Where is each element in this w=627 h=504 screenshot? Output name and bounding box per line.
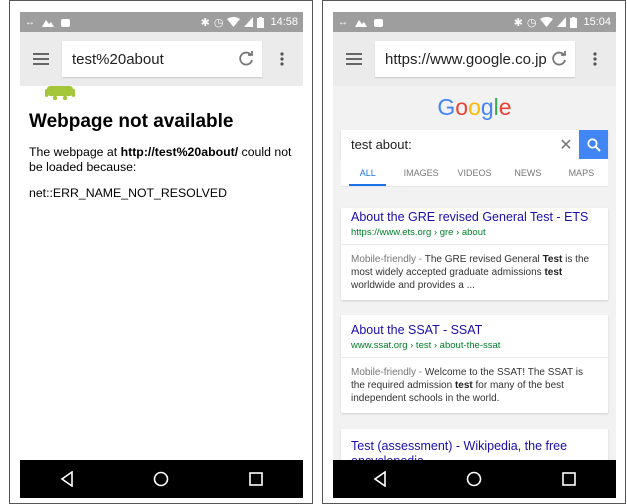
clear-icon[interactable]: ✕ [553, 135, 579, 155]
recents-icon[interactable] [562, 472, 576, 486]
reload-icon[interactable] [549, 49, 569, 69]
logo-letter: g [480, 93, 494, 120]
google-logo-text: Google [437, 94, 511, 121]
result-title-link[interactable]: About the GRE revised General Test - ETS [341, 210, 608, 225]
home-icon[interactable] [466, 471, 482, 487]
snippet-text: worldwide and provides a ... [351, 280, 475, 291]
battery-icon [570, 16, 578, 28]
navigation-bar [333, 460, 616, 498]
navigation-bar [20, 460, 303, 498]
search-result: About the SSAT - SSAT www.ssat.org › tes… [341, 315, 608, 413]
tab-videos[interactable]: VIDEOS [448, 159, 501, 186]
wifi-icon [540, 17, 554, 27]
snippet-text: The GRE revised General [424, 254, 543, 265]
url-text: test%20about [72, 50, 164, 68]
mobile-friendly-label: Mobile-friendly - [351, 367, 425, 378]
status-bar: ↔ ✱ ◷ 15:04 [333, 12, 616, 32]
reload-icon[interactable] [236, 49, 256, 69]
android-notification-icon [61, 18, 70, 27]
browser-toolbar: https://www.google.co.jp [333, 32, 616, 86]
android-notification-icon [374, 18, 383, 27]
snippet-keyword: test [454, 380, 473, 391]
error-url: http://test%20about/ [120, 145, 239, 159]
left-phone-screen: ↔ ✱ ◷ 14:58 test%20about Webpage not ava… [20, 12, 303, 498]
result-snippet: Mobile-friendly - The GRE revised Genera… [341, 245, 608, 300]
result-title-link[interactable]: About the SSAT - SSAT [341, 323, 608, 338]
status-time: 15:04 [583, 16, 611, 28]
search-icon [586, 137, 601, 152]
photo-icon [42, 20, 54, 27]
data-transfer-icon: ↔ [338, 16, 348, 28]
snippet-keyword: test [544, 267, 563, 278]
logo-letter: o [455, 93, 469, 120]
search-input[interactable]: test about: [341, 137, 553, 152]
android-icon [45, 86, 75, 100]
right-phone-screen: ↔ ✱ ◷ 15:04 https://www.google.co.jp Goo… [333, 12, 616, 498]
mobile-friendly-label: Mobile-friendly - [351, 254, 425, 265]
snippet-keyword: Test [542, 254, 563, 265]
error-message-prefix: The webpage at [29, 145, 121, 159]
google-logo[interactable]: Google [333, 86, 616, 128]
logo-letter: e [498, 93, 512, 120]
search-result: About the GRE revised General Test - ETS… [341, 208, 608, 300]
home-icon[interactable] [153, 471, 169, 487]
menu-icon[interactable] [333, 32, 375, 86]
error-message: The webpage at http://test%20about/ coul… [29, 145, 294, 175]
photo-icon [355, 20, 367, 27]
status-time: 14:58 [270, 16, 298, 28]
alarm-icon: ◷ [526, 16, 537, 29]
result-url: https://www.ets.org › gre › about [351, 227, 486, 238]
overflow-menu-icon[interactable] [575, 32, 615, 86]
right-phone-frame: ↔ ✱ ◷ 15:04 https://www.google.co.jp Goo… [322, 0, 626, 504]
wifi-icon [227, 17, 241, 27]
bluetooth-icon: ✱ [200, 16, 210, 29]
overflow-menu-icon[interactable] [262, 32, 302, 86]
back-icon[interactable] [60, 471, 74, 487]
error-title: Webpage not available [29, 111, 234, 132]
search-button[interactable] [579, 130, 608, 159]
result-title-link[interactable]: Test (assessment) - Wikipedia, the free … [341, 439, 608, 460]
url-bar[interactable]: https://www.google.co.jp [375, 41, 575, 77]
tab-maps[interactable]: MAPS [555, 159, 608, 186]
recents-icon[interactable] [249, 472, 263, 486]
url-bar[interactable]: test%20about [62, 41, 262, 77]
tab-all[interactable]: ALL [341, 159, 394, 186]
signal-icon [557, 17, 567, 27]
status-bar: ↔ ✱ ◷ 14:58 [20, 12, 303, 32]
google-results-page: Google test about: ✕ ALL IMAGES VIDEOS N… [333, 86, 616, 460]
search-box[interactable]: test about: ✕ [341, 130, 608, 159]
result-snippet: Mobile-friendly - Welcome to the SSAT! T… [341, 358, 608, 413]
alarm-icon: ◷ [213, 16, 224, 29]
back-icon[interactable] [373, 471, 387, 487]
signal-icon [244, 17, 254, 27]
left-phone-frame: ↔ ✱ ◷ 14:58 test%20about Webpage not ava… [9, 0, 313, 504]
search-tabs: ALL IMAGES VIDEOS NEWS MAPS [341, 159, 608, 187]
bluetooth-icon: ✱ [513, 16, 523, 29]
logo-letter: G [437, 93, 456, 120]
error-code: net::ERR_NAME_NOT_RESOLVED [29, 186, 227, 200]
battery-icon [257, 16, 265, 28]
browser-toolbar: test%20about [20, 32, 303, 86]
tab-news[interactable]: NEWS [501, 159, 554, 186]
url-text: https://www.google.co.jp [385, 50, 547, 68]
error-page: Webpage not available The webpage at htt… [20, 86, 303, 200]
menu-icon[interactable] [20, 32, 62, 86]
result-url: www.ssat.org › test › about-the-ssat [351, 340, 501, 351]
logo-letter: o [468, 93, 481, 120]
data-transfer-icon: ↔ [25, 16, 35, 28]
search-result: Test (assessment) - Wikipedia, the free … [341, 429, 608, 460]
tab-images[interactable]: IMAGES [394, 159, 447, 186]
